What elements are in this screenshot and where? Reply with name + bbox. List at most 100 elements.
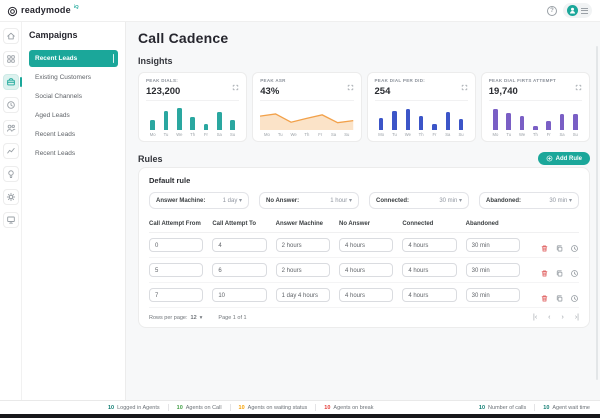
user-menu[interactable] — [563, 3, 592, 18]
day-label: We — [404, 132, 411, 137]
sidebar-item-existing-customers-1[interactable]: Existing Customers — [29, 69, 118, 86]
delete-icon — [540, 266, 549, 281]
sidebar-item-label: Recent Leads — [35, 55, 78, 62]
expand-icon[interactable] — [347, 78, 354, 91]
cell-input-r2-c2[interactable]: 1 day 4 hours — [275, 288, 330, 302]
rail-item-schedule[interactable] — [2, 97, 19, 113]
cell-input-r1-c2[interactable]: 2 hours — [275, 263, 330, 277]
cell-input-r2-c1[interactable]: 10 — [212, 288, 267, 302]
chart-bar — [392, 111, 397, 130]
sidebar-item-recent-leads-0[interactable]: Recent Leads — [29, 50, 118, 67]
duplicate-icon — [555, 291, 564, 306]
delete-icon — [540, 241, 549, 256]
cell-input-r0-c1[interactable]: 4 — [212, 238, 267, 252]
cell-input-r0-c3[interactable]: 4 hours — [338, 238, 394, 252]
pagination: Rows per page: 12 ▾ Page 1 of 1 |‹ ‹ › ›… — [149, 308, 579, 321]
duplicate-row-button[interactable] — [555, 266, 564, 276]
cell-input-r1-c3[interactable]: 4 hours — [338, 263, 394, 277]
cell-input-r2-c4[interactable]: 4 hours — [402, 288, 457, 302]
sidebar-item-aged-leads-3[interactable]: Aged Leads — [29, 107, 118, 124]
cell-input-r0-c2[interactable]: 2 hours — [275, 238, 330, 252]
scrollbar[interactable] — [596, 46, 598, 380]
delete-row-button[interactable] — [540, 291, 549, 301]
duplicate-row-button[interactable] — [555, 291, 564, 301]
cell-input-r2-c5[interactable]: 30 min — [465, 288, 520, 302]
sidebar-item-recent-leads-5[interactable]: Recent Leads — [29, 145, 118, 162]
icon-rail — [0, 22, 22, 400]
cell-input-r0-c5[interactable]: 30 min — [465, 238, 520, 252]
rail-item-dialer[interactable] — [2, 74, 22, 90]
select-label: No Answer: — [266, 197, 300, 204]
schedule-row-button[interactable] — [570, 241, 579, 252]
chart-bar — [432, 124, 437, 130]
rail-item-insights[interactable] — [2, 166, 19, 182]
status-label: Agents on Call — [185, 404, 222, 411]
day-label: Mo — [149, 132, 156, 137]
cell-input-r1-c1[interactable]: 6 — [212, 263, 267, 277]
rows-per-page-select[interactable]: Rows per page: 12 ▾ — [149, 315, 202, 321]
rail-item-settings[interactable] — [2, 189, 19, 205]
rail-item-campaigns[interactable] — [2, 51, 19, 67]
day-label: Sa — [330, 132, 337, 137]
logo-icon — [7, 6, 18, 16]
cell-input-r0-c0[interactable]: 0 — [149, 238, 204, 252]
delete-row-button[interactable] — [540, 241, 549, 251]
schedule-row-button[interactable] — [570, 291, 579, 302]
schedule-row-button[interactable] — [570, 266, 579, 277]
chart-bar — [217, 111, 222, 130]
insight-card-3: PEAK DIAL FIRTS ATTEMPT 19,740 Mo Tu We Th Fr S… — [480, 72, 590, 142]
chart-bar — [546, 120, 551, 130]
cell-input-r2-c0[interactable]: 7 — [149, 288, 204, 302]
duplicate-row-button[interactable] — [555, 241, 564, 251]
window-edge — [0, 414, 600, 418]
prev-page-button[interactable]: ‹ — [548, 314, 550, 321]
select-abandoned[interactable]: Abandoned: 30 min ▾ — [479, 192, 579, 209]
add-rule-button[interactable]: Add Rule — [537, 152, 590, 165]
default-rule-title: Default rule — [149, 176, 191, 185]
day-label: Th — [190, 132, 196, 137]
help-icon[interactable]: ? — [547, 5, 557, 16]
select-answer-machine[interactable]: Answer Machine: 1 day ▾ — [149, 192, 249, 209]
card-title: PEAK DIAL FIRTS ATTEMPT — [488, 78, 557, 83]
expand-icon[interactable] — [575, 78, 582, 91]
sidebar-item-social-channels-2[interactable]: Social Channels — [29, 88, 118, 105]
next-page-button[interactable]: › — [562, 314, 564, 321]
last-page-button[interactable]: ›| — [575, 314, 579, 321]
brand-name: readymode — [21, 4, 71, 15]
cell-input-r1-c4[interactable]: 4 hours — [402, 263, 457, 277]
day-label: Tu — [277, 132, 283, 137]
expand-icon[interactable] — [232, 78, 239, 91]
day-label: Tu — [506, 132, 512, 137]
status-label: Agents on waiting status — [247, 404, 308, 411]
divider — [229, 404, 231, 411]
day-label: We — [290, 132, 297, 137]
cell-input-r2-c3[interactable]: 4 hours — [338, 288, 394, 302]
card-value: 123,200 — [146, 86, 240, 101]
menu-icon — [581, 7, 588, 14]
rail-item-reports[interactable] — [2, 143, 19, 159]
chart-bar — [150, 119, 155, 130]
expand-icon[interactable] — [461, 78, 468, 91]
rail-item-home[interactable] — [2, 28, 19, 44]
chart-bar — [177, 107, 182, 130]
rail-item-contacts[interactable] — [2, 120, 19, 136]
schedule-icon — [6, 98, 16, 113]
day-label: Fr — [318, 132, 323, 137]
delete-row-button[interactable] — [540, 266, 549, 276]
select-connected[interactable]: Connected: 30 min ▾ — [369, 192, 469, 209]
settings-icon — [6, 190, 16, 205]
first-page-button[interactable]: |‹ — [533, 314, 537, 321]
sidebar-item-recent-leads-4[interactable]: Recent Leads — [29, 126, 118, 143]
rail-item-workstation[interactable] — [2, 212, 19, 228]
cell-input-r1-c0[interactable]: 5 — [149, 263, 204, 277]
day-label: Sa — [445, 132, 451, 137]
table-row-1: 56 2 hours 4 hours 4 hours 30 min — [149, 258, 579, 283]
schedule-icon — [570, 266, 579, 281]
cell-input-r0-c4[interactable]: 4 hours — [402, 238, 457, 252]
status-label: Agents on break — [333, 404, 374, 411]
status-agents-on-call: 10 Agents on Call — [177, 405, 222, 411]
duplicate-icon — [555, 266, 564, 281]
cell-input-r1-c5[interactable]: 30 min — [465, 263, 520, 277]
insights-heading: Insights — [138, 56, 173, 66]
select-no-answer[interactable]: No Answer: 1 hour ▾ — [259, 192, 359, 209]
